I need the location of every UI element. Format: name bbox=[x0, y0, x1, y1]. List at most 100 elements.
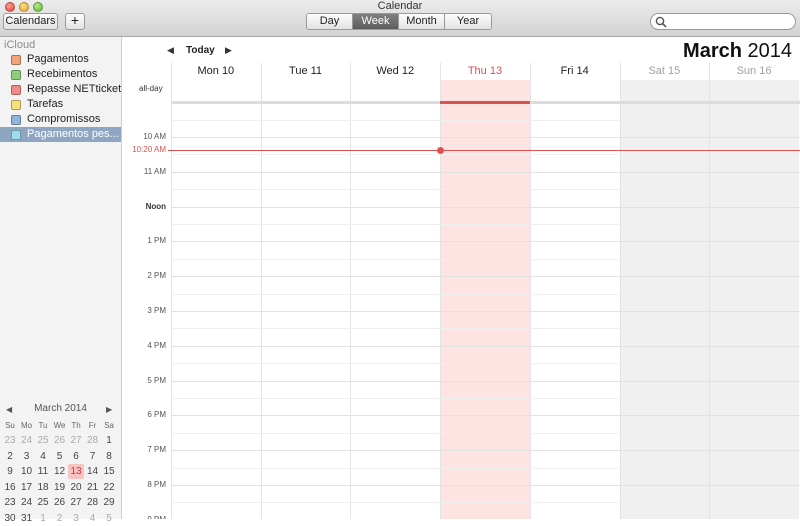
previous-week-icon[interactable]: ◀ bbox=[167, 45, 174, 56]
mini-day-cell[interactable]: 6 bbox=[68, 449, 84, 464]
view-week-button[interactable]: Week bbox=[353, 14, 399, 29]
account-heading: iCloud bbox=[4, 39, 36, 51]
mini-next-month-icon[interactable]: ▶ bbox=[106, 405, 112, 414]
mini-day-cell[interactable]: 24 bbox=[19, 495, 35, 510]
mini-day-cell[interactable]: 26 bbox=[52, 433, 68, 448]
mini-day-cell[interactable]: 4 bbox=[35, 449, 51, 464]
hour-label: Noon bbox=[145, 201, 166, 211]
calendar-label: Pagamentos pes... bbox=[27, 128, 119, 140]
mini-weekday-label: Th bbox=[71, 421, 81, 430]
mini-day-cell[interactable]: 18 bbox=[35, 480, 51, 495]
mini-day-cell[interactable]: 25 bbox=[35, 495, 51, 510]
calendar-color-checkbox[interactable] bbox=[11, 70, 21, 80]
mini-day-cell[interactable]: 19 bbox=[52, 480, 68, 495]
mini-day-cell[interactable]: 29 bbox=[101, 495, 117, 510]
mini-day-cell[interactable]: 25 bbox=[35, 433, 51, 448]
mini-day-cell[interactable]: 27 bbox=[68, 433, 84, 448]
calendar-color-checkbox[interactable] bbox=[11, 115, 21, 125]
mini-day-cell[interactable]: 16 bbox=[2, 480, 18, 495]
mini-day-cell[interactable]: 11 bbox=[35, 464, 51, 479]
today-all-day-marker bbox=[440, 101, 530, 104]
calendar-label: Repasse NETtickets bbox=[27, 83, 121, 95]
month-name: March bbox=[683, 40, 742, 62]
mini-day-cell[interactable]: 30 bbox=[2, 511, 18, 526]
hour-label: 9 PM bbox=[122, 515, 166, 519]
week-view: ◀ Today ▶ March 2014 Mon 10 Tue 11 Wed 12 T… bbox=[122, 37, 800, 519]
mini-weekday-label: Sa bbox=[104, 421, 114, 430]
mini-day-cell[interactable]: 31 bbox=[19, 511, 35, 526]
mini-day-cell[interactable]: 10 bbox=[19, 464, 35, 479]
mini-day-cell[interactable]: 28 bbox=[85, 495, 101, 510]
half-hour-line bbox=[171, 398, 800, 399]
mini-day-cell[interactable]: 21 bbox=[85, 480, 101, 495]
mini-day-cell[interactable]: 4 bbox=[85, 511, 101, 526]
search-icon bbox=[655, 16, 667, 28]
mini-day-cell[interactable]: 15 bbox=[101, 464, 117, 479]
mini-day-cell[interactable]: 20 bbox=[68, 480, 84, 495]
calendar-color-checkbox[interactable] bbox=[11, 100, 21, 110]
mini-day-cell[interactable]: 9 bbox=[2, 464, 18, 479]
calendar-color-checkbox[interactable] bbox=[11, 85, 21, 95]
half-hour-line bbox=[171, 119, 800, 121]
hour-line bbox=[171, 311, 800, 312]
mini-day-cell[interactable]: 5 bbox=[101, 511, 117, 526]
hour-label: 6 PM bbox=[147, 410, 166, 420]
mini-weekday-label: Su bbox=[5, 421, 15, 430]
hour-label: 2 PM bbox=[147, 271, 166, 281]
today-button[interactable]: Today bbox=[186, 45, 215, 56]
mini-day-cell[interactable]: 17 bbox=[19, 480, 35, 495]
next-week-icon[interactable]: ▶ bbox=[225, 45, 232, 56]
mini-day-cell[interactable]: 27 bbox=[68, 495, 84, 510]
hour-label: 10 AM bbox=[143, 132, 166, 141]
mini-day-cell[interactable]: 12 bbox=[52, 464, 68, 479]
mini-day-cell[interactable]: 8 bbox=[101, 449, 117, 464]
add-calendar-button[interactable]: + bbox=[65, 13, 85, 30]
hour-line bbox=[171, 485, 800, 486]
mini-day-cell[interactable]: 13 bbox=[68, 464, 84, 479]
calendar-item[interactable]: Repasse NETtickets bbox=[0, 82, 121, 97]
day-header[interactable]: Thu 13 bbox=[440, 63, 530, 80]
day-header[interactable]: Wed 12 bbox=[350, 63, 440, 80]
day-header[interactable]: Fri 14 bbox=[530, 63, 620, 80]
calendar-item[interactable]: Tarefas bbox=[0, 97, 121, 112]
today-column bbox=[440, 80, 530, 519]
hour-line bbox=[171, 171, 800, 173]
calendar-color-checkbox[interactable] bbox=[11, 55, 21, 65]
view-year-button[interactable]: Year bbox=[445, 14, 491, 29]
hour-line bbox=[171, 206, 800, 208]
day-header[interactable]: Sat 15 bbox=[620, 63, 710, 80]
weekend-column bbox=[619, 80, 710, 519]
hour-label: 11 AM bbox=[143, 166, 166, 176]
mini-day-cell[interactable]: 7 bbox=[85, 449, 101, 464]
mini-weekday-label: Tu bbox=[38, 421, 48, 430]
calendar-item[interactable]: Pagamentos bbox=[0, 52, 121, 67]
hour-label: 8 PM bbox=[147, 480, 166, 489]
calendar-item[interactable]: Compromissos bbox=[0, 112, 121, 127]
mini-day-cell[interactable]: 2 bbox=[2, 449, 18, 464]
calendar-label: Pagamentos bbox=[27, 53, 89, 65]
mini-day-cell[interactable]: 28 bbox=[85, 433, 101, 448]
mini-day-cell[interactable]: 3 bbox=[19, 449, 35, 464]
calendars-button[interactable]: Calendars bbox=[3, 13, 58, 30]
day-header[interactable]: Sun 16 bbox=[709, 63, 799, 80]
mini-day-cell[interactable]: 14 bbox=[85, 464, 101, 479]
calendar-color-checkbox[interactable] bbox=[11, 130, 21, 140]
mini-day-cell[interactable]: 2 bbox=[52, 511, 68, 526]
day-header[interactable]: Tue 11 bbox=[261, 63, 351, 80]
mini-day-cell[interactable]: 1 bbox=[35, 511, 51, 526]
search-field[interactable] bbox=[650, 13, 796, 30]
calendar-item[interactable]: Recebimentos bbox=[0, 67, 121, 82]
current-time-label: 10:20 AM bbox=[132, 145, 166, 154]
mini-day-cell[interactable]: 23 bbox=[2, 495, 18, 510]
mini-day-cell[interactable]: 26 bbox=[52, 495, 68, 510]
view-day-button[interactable]: Day bbox=[307, 14, 353, 29]
mini-day-cell[interactable]: 23 bbox=[2, 433, 18, 448]
mini-day-cell[interactable]: 3 bbox=[68, 511, 84, 526]
calendar-item[interactable]: Pagamentos pes... bbox=[0, 127, 121, 142]
mini-day-cell[interactable]: 24 bbox=[19, 433, 35, 448]
day-header[interactable]: Mon 10 bbox=[171, 63, 261, 80]
mini-day-cell[interactable]: 1 bbox=[101, 433, 117, 448]
mini-day-cell[interactable]: 5 bbox=[52, 449, 68, 464]
mini-day-cell[interactable]: 22 bbox=[101, 480, 117, 495]
view-month-button[interactable]: Month bbox=[399, 14, 445, 29]
